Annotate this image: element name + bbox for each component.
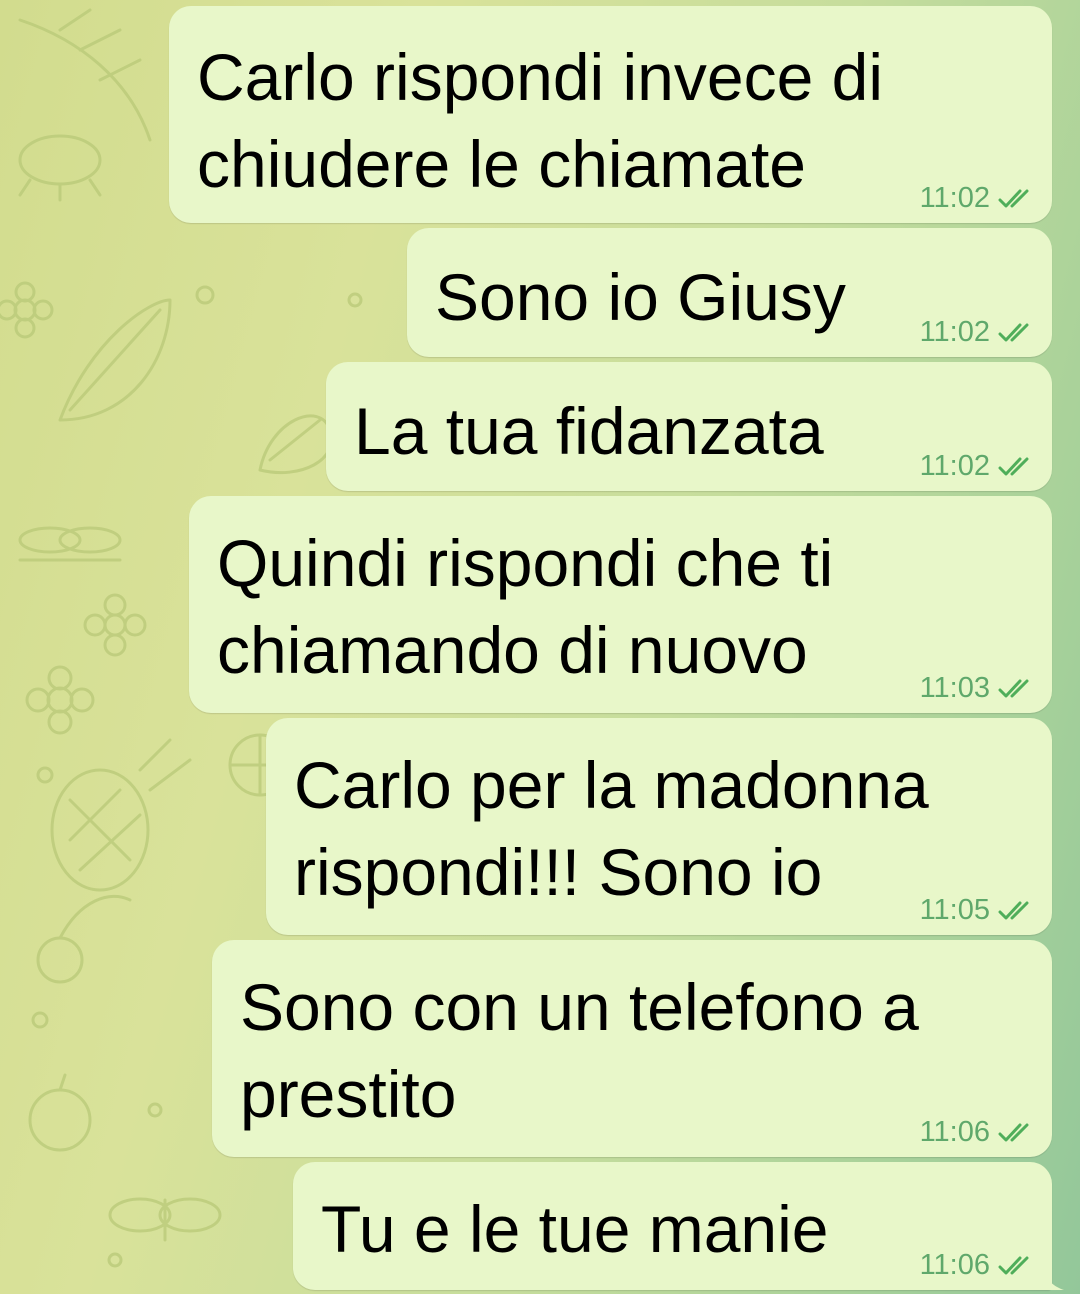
message-meta: 11:02 (920, 316, 1036, 349)
double-check-icon (998, 189, 1029, 207)
double-check-icon (998, 1123, 1029, 1141)
double-check-icon (998, 323, 1029, 341)
message-time: 11:03 (919, 672, 990, 704)
message-text: Carlo rispondi invece di chiudere le chi… (197, 40, 884, 201)
message-text: Tu e le tue manie (321, 1192, 829, 1266)
message-meta: 11:05 (920, 894, 1036, 927)
message-time: 11:02 (919, 316, 990, 348)
double-check-icon (998, 1256, 1029, 1274)
message-meta: 11:02 (920, 182, 1036, 215)
double-check-icon (998, 457, 1029, 475)
message-text: Quindi rispondi che ti chiamando di nuov… (217, 526, 834, 687)
message-bubble[interactable]: Carlo per la madonna rispondi!!! Sono io… (266, 718, 1052, 935)
message-bubble[interactable]: Carlo rispondi invece di chiudere le chi… (169, 6, 1052, 223)
message-text: La tua fidanzata (354, 394, 824, 468)
message-text: Carlo per la madonna rispondi!!! Sono io (294, 748, 929, 909)
message-bubble[interactable]: Tu e le tue manie 11:06 (293, 1162, 1064, 1290)
message-time: 11:02 (919, 450, 990, 482)
message-bubble[interactable]: Quindi rispondi che ti chiamando di nuov… (189, 496, 1052, 713)
message-text: Sono con un telefono a prestito (240, 970, 919, 1131)
message-list: Carlo rispondi invece di chiudere le chi… (0, 0, 1080, 1294)
message-meta: 11:02 (920, 450, 1036, 483)
bubble-tail (1042, 1264, 1064, 1290)
message-bubble[interactable]: Sono io Giusy 11:02 (407, 228, 1052, 357)
message-bubble[interactable]: La tua fidanzata 11:02 (326, 362, 1052, 491)
message-time: 11:06 (919, 1249, 990, 1281)
message-meta: 11:03 (920, 672, 1036, 705)
message-text: Sono io Giusy (435, 260, 846, 334)
message-meta: 11:06 (920, 1249, 1036, 1282)
message-time: 11:06 (919, 1116, 990, 1148)
message-time: 11:02 (919, 182, 990, 214)
message-meta: 11:06 (920, 1116, 1036, 1149)
double-check-icon (998, 679, 1029, 697)
double-check-icon (998, 901, 1029, 919)
message-bubble[interactable]: Sono con un telefono a prestito 11:06 (212, 940, 1052, 1157)
message-time: 11:05 (919, 894, 990, 926)
